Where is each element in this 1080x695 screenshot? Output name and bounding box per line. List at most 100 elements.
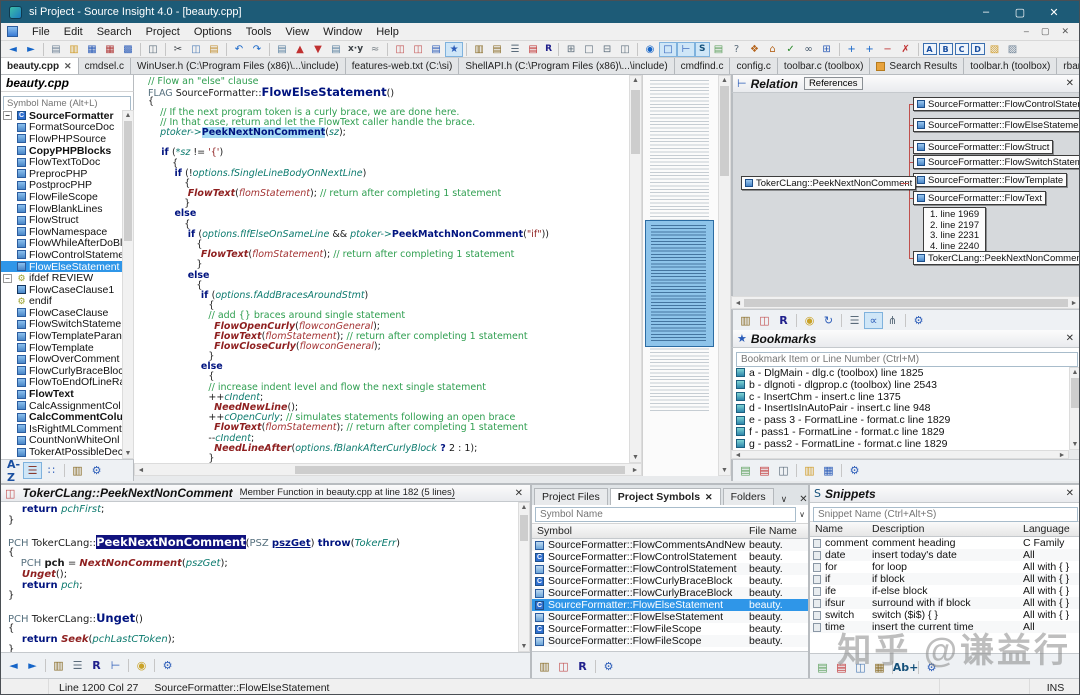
- edit-snippet-button[interactable]: ▦: [870, 659, 889, 676]
- maximize-button[interactable]: ▢: [1003, 6, 1037, 19]
- relation-line-refs[interactable]: 1. line 19692. line 21973. line 22314. l…: [923, 207, 986, 255]
- lock-button[interactable]: ◉: [132, 657, 151, 674]
- relation-close-icon[interactable]: ✕: [1063, 78, 1077, 89]
- hand-tool-button[interactable]: ❖: [746, 42, 764, 57]
- new-file-button[interactable]: ▤: [47, 42, 65, 57]
- menu-file[interactable]: File: [25, 26, 57, 38]
- copy-button[interactable]: ◫: [187, 42, 205, 57]
- tile-vertical-button[interactable]: ⊟: [598, 42, 616, 57]
- snippet-row[interactable]: commentcomment headingC Family: [810, 537, 1080, 549]
- symbol-tree-item[interactable]: FlowFileScope: [1, 191, 133, 203]
- bookmark-item[interactable]: e - pass 3 - FormatLine - format.c line …: [733, 414, 1069, 426]
- bookmark-item[interactable]: b - dlgnoti - dlgprop.c (toolbox) line 2…: [733, 379, 1069, 391]
- relation-window-button[interactable]: ◫: [755, 312, 774, 329]
- symbol-tree-item[interactable]: ⚙endif: [1, 296, 133, 308]
- menu-options[interactable]: Options: [187, 26, 239, 38]
- new-window-button[interactable]: ▤: [710, 42, 728, 57]
- delete-line-button[interactable]: ✗: [897, 42, 915, 57]
- symbol-tree-item[interactable]: CalcCommentColu: [1, 411, 133, 423]
- back-button[interactable]: ◄: [4, 657, 23, 674]
- tab-rbar.c[interactable]: rbar.c (toolbox): [1057, 58, 1079, 74]
- tile-horizontal-button[interactable]: ⊞: [562, 42, 580, 57]
- search-results-window-button[interactable]: ▤: [524, 42, 542, 57]
- line-ref[interactable]: 1. line 1969: [930, 210, 979, 221]
- tab-toolbar.c[interactable]: toolbar.c (toolbox): [778, 58, 871, 74]
- context-close-icon[interactable]: ✕: [512, 488, 526, 499]
- symbol-tree-item[interactable]: −CSourceFormatter: [1, 110, 133, 122]
- delete-bookmark-button[interactable]: ▤: [755, 462, 774, 479]
- close-button[interactable]: ✕: [1037, 6, 1071, 19]
- highlight-word-button[interactable]: ≈: [366, 42, 384, 57]
- project-symbol-input[interactable]: [535, 507, 796, 522]
- tab-config.c[interactable]: config.c: [730, 58, 777, 74]
- symbol-tree-item[interactable]: TokerAtPossibleDec: [1, 446, 133, 458]
- editor-vscrollbar[interactable]: ▲▼: [629, 75, 642, 463]
- relation-node[interactable]: SourceFormatter::FlowTemplate: [913, 173, 1067, 187]
- symbol-tree-item[interactable]: FlowWhileAfterDoBl: [1, 238, 133, 250]
- add-line-before-button[interactable]: +: [843, 42, 861, 57]
- bookmarks-close-icon[interactable]: ✕: [1063, 333, 1077, 344]
- snippet-row[interactable]: switchswitch ($i$) { }All with { }: [810, 609, 1080, 621]
- mdi-restore-button[interactable]: ▢: [1041, 26, 1050, 37]
- context-window-button[interactable]: ◫: [409, 42, 427, 57]
- snippet-row[interactable]: dateinsert today's dateAll: [810, 549, 1080, 561]
- project-symbol-row[interactable]: CSourceFormatter::FlowCurlyBraceBlockbea…: [532, 575, 808, 587]
- menu-project[interactable]: Project: [139, 26, 187, 38]
- relation-hscrollbar[interactable]: ◄ ►: [731, 296, 1080, 309]
- symbol-tree-item[interactable]: FlowText: [1, 388, 133, 400]
- relation-r-button[interactable]: R: [774, 312, 793, 329]
- bookmark-item[interactable]: f - pass1 - FormatLine - format.c line 1…: [733, 426, 1069, 438]
- snippet-search-input[interactable]: [813, 507, 1078, 522]
- symbol-tree-item[interactable]: FlowBlankLines: [1, 203, 133, 215]
- project-search-chevron[interactable]: ∨: [799, 510, 805, 519]
- symbol-tree-item[interactable]: PreprocPHP: [1, 168, 133, 180]
- relation-toggle-button[interactable]: ⊢: [106, 657, 125, 674]
- context-symbol-info[interactable]: Member Function in beauty.cpp at line 18…: [240, 487, 455, 499]
- symbol-tree-item[interactable]: FlowSwitchStateme: [1, 319, 133, 331]
- reference-book-button[interactable]: ▥: [49, 657, 68, 674]
- replace-xy-button[interactable]: x·y: [345, 42, 366, 57]
- tab-winuser.h[interactable]: WinUser.h (C:\Program Files (x86)\...\in…: [131, 58, 346, 74]
- code-editor[interactable]: // Flow an "else" clauseFLAG SourceForma…: [134, 75, 629, 463]
- tab-cmdsel.c[interactable]: cmdsel.c: [79, 58, 131, 74]
- bookmark-item[interactable]: g - pass2 - FormatLine - format.c line 1…: [733, 438, 1069, 450]
- menu-help[interactable]: Help: [369, 26, 406, 38]
- relation-node[interactable]: SourceFormatter::FlowStruct: [913, 140, 1053, 154]
- bookmark-item[interactable]: c - InsertChm - insert.c line 1375: [733, 391, 1069, 403]
- tab-close-icon[interactable]: ✕: [705, 492, 713, 503]
- save-all-button[interactable]: ▩: [119, 42, 137, 57]
- bookmark-item[interactable]: d - InsertIsInAutoPair - insert.c line 9…: [733, 402, 1069, 414]
- relation-r-button[interactable]: R: [542, 42, 555, 57]
- project-window-button[interactable]: ▤: [488, 42, 506, 57]
- docs-button[interactable]: ☰: [68, 657, 87, 674]
- paste-button[interactable]: ▤: [205, 42, 223, 57]
- help-books-button[interactable]: ☰: [506, 42, 524, 57]
- symbol-tree-item[interactable]: IsRightMLComment: [1, 423, 133, 435]
- panel-visibility-button[interactable]: ★: [445, 42, 463, 57]
- bookmark-c-button[interactable]: C: [955, 43, 969, 55]
- snippet-row[interactable]: ifif blockAll with { }: [810, 573, 1080, 585]
- tab-folders[interactable]: Folders: [723, 488, 774, 505]
- column-description[interactable]: Description: [872, 523, 1023, 535]
- forward-button[interactable]: ►: [22, 42, 40, 57]
- bookmarks-vscrollbar[interactable]: ▲▼: [1069, 367, 1080, 450]
- minimize-button[interactable]: –: [969, 6, 1003, 19]
- duplicate-snippet-button[interactable]: ◫: [851, 659, 870, 676]
- symbol-tree-item[interactable]: FlowNamespace: [1, 226, 133, 238]
- delete-snippet-button[interactable]: ▤: [832, 659, 851, 676]
- column-symbol[interactable]: Symbol: [532, 525, 746, 537]
- relation-root-node[interactable]: TokerCLang::PeekNextNonComment: [741, 176, 916, 190]
- options-gear-button[interactable]: ⚙: [158, 657, 177, 674]
- open-bookmarks-button[interactable]: ▥: [800, 462, 819, 479]
- view-tree-button[interactable]: ⋔: [883, 312, 902, 329]
- grid-button[interactable]: ⊞: [818, 42, 836, 57]
- project-doc-button[interactable]: ▥: [535, 658, 554, 675]
- options-gear-button[interactable]: ⚙: [845, 462, 864, 479]
- menu-tools[interactable]: Tools: [239, 26, 279, 38]
- open-file-button[interactable]: ▥: [65, 42, 83, 57]
- save-bookmarks-button[interactable]: ▦: [819, 462, 838, 479]
- tab-cmdfind.c[interactable]: cmdfind.c: [675, 58, 731, 74]
- cascade-windows-button[interactable]: ◫: [616, 42, 634, 57]
- editor-hscrollbar[interactable]: ◄ ►: [134, 463, 642, 476]
- symbol-tree-item[interactable]: FlowCaseClause1: [1, 284, 133, 296]
